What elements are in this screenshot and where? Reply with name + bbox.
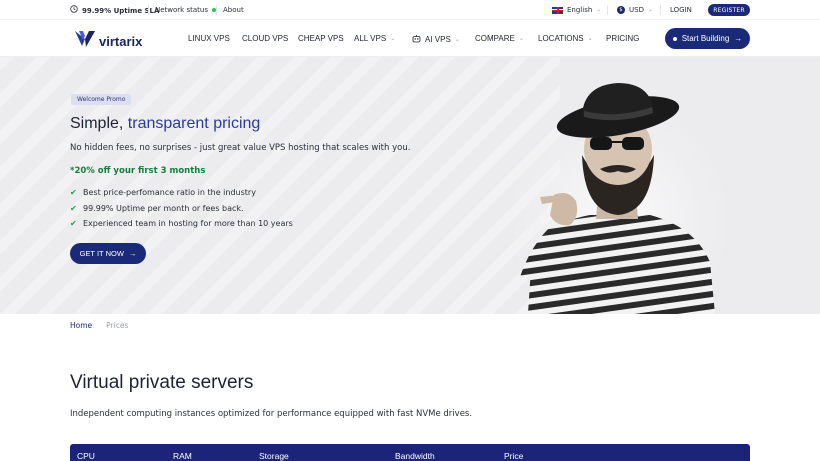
nav-label: AI VPS	[425, 35, 451, 44]
start-building-label: Start Building	[681, 34, 730, 43]
nav-label: CHEAP VPS	[298, 34, 344, 43]
feature-text: 99.99% Uptime per month or fees back.	[83, 203, 244, 213]
hero-title-accent: transparent pricing	[123, 115, 261, 132]
column-header-bandwidth[interactable]: Bandwidth	[395, 451, 435, 461]
language-selector[interactable]: English ⌄	[552, 5, 601, 15]
start-building-button[interactable]: Start Building →	[665, 28, 750, 49]
main-navigation: virtarix LINUX VPS CLOUD VPS CHEAP VPS A…	[0, 20, 820, 57]
breadcrumb-home-link[interactable]: Home	[70, 321, 92, 330]
divider	[607, 5, 608, 15]
virtarix-logo-icon	[74, 30, 96, 52]
uk-flag-icon	[552, 6, 563, 14]
feature-list: ✔ Best price-perfomance ratio in the ind…	[70, 185, 293, 232]
column-header-price[interactable]: Price	[504, 451, 523, 461]
promo-text: *20% off your first 3 months	[70, 166, 206, 176]
nav-label: LOCATIONS	[538, 34, 584, 43]
register-button[interactable]: REGISTER	[708, 4, 750, 16]
login-label: LOGIN	[670, 6, 692, 14]
nav-cloud-vps[interactable]: CLOUD VPS	[242, 34, 288, 43]
uptime-sla: 99.99% Uptime SLA	[70, 5, 159, 16]
list-item: ✔ Best price-perfomance ratio in the ind…	[70, 185, 293, 201]
column-header-ram[interactable]: RAM	[173, 451, 192, 461]
breadcrumb: Home Prices	[70, 321, 128, 330]
nav-compare[interactable]: COMPARE ⌄	[475, 34, 524, 43]
column-header-storage[interactable]: Storage	[259, 451, 289, 461]
list-item: ✔ Experienced team in hosting for more t…	[70, 216, 293, 232]
nav-label: PRICING	[606, 34, 640, 43]
brand-name: virtarix	[99, 33, 143, 49]
nav-label: ALL VPS	[354, 34, 387, 43]
arrow-right-icon: →	[128, 249, 137, 258]
divider	[148, 5, 149, 15]
section-subtitle: Independent computing instances optimize…	[70, 409, 473, 419]
column-header-cpu[interactable]: CPU	[77, 451, 95, 461]
check-icon: ✔	[70, 219, 77, 229]
brand-logo[interactable]: virtarix	[74, 30, 142, 52]
hero-photo-man-pointing	[510, 77, 730, 314]
divider	[216, 5, 217, 15]
language-label: English	[567, 6, 593, 14]
currency-selector[interactable]: $ USD ⌄	[617, 5, 653, 15]
network-status-label: Network status	[155, 6, 208, 14]
divider	[660, 5, 661, 15]
hero-subtitle: No hidden fees, no surprises - just grea…	[70, 143, 411, 153]
nav-all-vps[interactable]: ALL VPS ⌄	[354, 34, 395, 43]
list-item: ✔ 99.99% Uptime per month or fees back.	[70, 201, 293, 217]
chevron-down-icon: ⌄	[390, 36, 396, 42]
hero-title: Simple, transparent pricing	[70, 115, 260, 133]
about-link[interactable]: About	[223, 5, 244, 15]
robot-icon	[412, 34, 421, 45]
nav-pricing[interactable]: PRICING	[606, 34, 639, 43]
nav-linux-vps[interactable]: LINUX VPS	[188, 34, 230, 43]
nav-label: COMPARE	[475, 34, 515, 43]
nav-label: LINUX VPS	[188, 34, 230, 43]
nav-cheap-vps[interactable]: CHEAP VPS	[298, 34, 344, 43]
hero-title-main: Simple,	[70, 115, 124, 132]
network-status-link[interactable]: Network status	[155, 5, 216, 15]
check-icon: ✔	[70, 188, 77, 198]
pricing-table-header: CPU RAM Storage Bandwidth Price	[70, 444, 750, 461]
feature-text: Experienced team in hosting for more tha…	[83, 219, 293, 229]
get-it-now-label: GET IT NOW	[79, 249, 124, 258]
check-icon: ✔	[70, 203, 77, 213]
feature-text: Best price-perfomance ratio in the indus…	[83, 188, 256, 198]
currency-icon: $	[617, 6, 625, 14]
chevron-down-icon: ⌄	[647, 6, 653, 13]
chevron-down-icon: ⌄	[587, 36, 593, 42]
get-it-now-button[interactable]: GET IT NOW →	[70, 243, 146, 264]
nav-label: CLOUD VPS	[242, 34, 289, 43]
section-title: Virtual private servers	[70, 372, 254, 393]
chevron-down-icon: ⌄	[596, 6, 602, 13]
hero-section: Welcome Promo Simple, transparent pricin…	[0, 57, 820, 314]
top-utility-bar: 99.99% Uptime SLA Network status About E…	[0, 0, 820, 20]
clock-icon	[70, 5, 78, 16]
login-link[interactable]: LOGIN	[670, 5, 692, 15]
chevron-down-icon: ⌄	[518, 36, 524, 42]
nav-locations[interactable]: LOCATIONS ⌄	[538, 34, 593, 43]
about-label: About	[223, 6, 244, 14]
dot-icon	[672, 36, 677, 41]
currency-label: USD	[629, 6, 644, 14]
chevron-down-icon: ⌄	[454, 37, 460, 43]
promo-badge: Welcome Promo	[71, 94, 132, 105]
breadcrumb-current: Prices	[106, 321, 129, 330]
arrow-right-icon: →	[734, 34, 743, 43]
nav-ai-vps[interactable]: AI VPS ⌄	[412, 34, 460, 45]
